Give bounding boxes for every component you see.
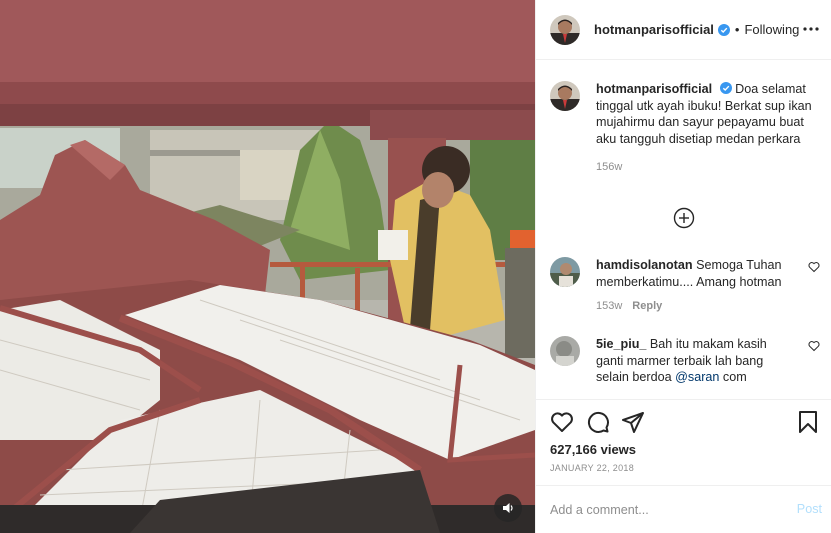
post-comment-button[interactable]: Post bbox=[797, 502, 822, 516]
speaker-icon bbox=[503, 503, 513, 513]
post-video[interactable] bbox=[0, 0, 535, 533]
comment-item: 5ie_piu_ Bah itu makam kasih ganti marme… bbox=[550, 336, 820, 386]
comment-input[interactable] bbox=[550, 500, 770, 520]
like-comment-heart-icon[interactable] bbox=[808, 340, 820, 352]
add-comment-bar: Post bbox=[536, 485, 831, 533]
author-avatar[interactable] bbox=[550, 14, 580, 45]
separator-dot: • bbox=[734, 22, 740, 37]
author-username[interactable]: hotmanparisofficial bbox=[594, 22, 714, 37]
post-date[interactable]: JANUARY 22, 2018 bbox=[550, 463, 634, 473]
caption-author-avatar[interactable] bbox=[550, 81, 580, 111]
comment-body: 5ie_piu_ Bah itu makam kasih ganti marme… bbox=[596, 336, 792, 386]
comment-item: hamdisolanotan Semoga Tuhan memberkatimu… bbox=[550, 257, 820, 315]
comments-section: hotmanparisofficial Doa selamat tinggal … bbox=[536, 61, 831, 399]
caption-timestamp[interactable]: 156w bbox=[596, 159, 816, 176]
commenter-avatar[interactable] bbox=[550, 257, 580, 287]
like-comment-heart-icon[interactable] bbox=[808, 261, 820, 273]
comment-username[interactable]: hamdisolanotan bbox=[596, 258, 693, 272]
verified-badge-icon bbox=[719, 82, 732, 94]
comment-icon[interactable] bbox=[586, 410, 610, 434]
plus-circle-icon[interactable] bbox=[673, 207, 695, 229]
reply-button[interactable]: Reply bbox=[632, 300, 662, 312]
comment-meta: 153w Reply bbox=[596, 298, 792, 315]
following-button[interactable]: Following bbox=[744, 22, 799, 37]
commenter-avatar[interactable] bbox=[550, 336, 580, 366]
more-horizontal-icon bbox=[803, 27, 819, 31]
bookmark-icon[interactable] bbox=[796, 410, 820, 434]
caption-body: hotmanparisofficial Doa selamat tinggal … bbox=[596, 81, 816, 176]
post-side-panel: hotmanparisofficial • Following hotmanpa… bbox=[535, 0, 831, 533]
comment-text-tail: com bbox=[719, 370, 747, 384]
verified-badge-icon bbox=[717, 23, 730, 36]
post-actions: 627,166 views JANUARY 22, 2018 bbox=[536, 399, 831, 485]
mute-toggle-button[interactable] bbox=[494, 494, 522, 522]
action-icons bbox=[550, 410, 820, 434]
caption: hotmanparisofficial Doa selamat tinggal … bbox=[550, 81, 820, 176]
post-header: hotmanparisofficial • Following bbox=[536, 0, 831, 60]
paper-plane-icon[interactable] bbox=[621, 410, 645, 434]
heart-icon[interactable] bbox=[550, 410, 574, 434]
view-count[interactable]: 627,166 views bbox=[550, 442, 636, 457]
mention-link[interactable]: @saran bbox=[675, 370, 719, 384]
comment-body: hamdisolanotan Semoga Tuhan memberkatimu… bbox=[596, 257, 792, 315]
comment-timestamp[interactable]: 153w bbox=[596, 300, 622, 312]
caption-username[interactable]: hotmanparisofficial bbox=[596, 82, 712, 96]
more-options-button[interactable] bbox=[802, 20, 820, 38]
instagram-post: hotmanparisofficial • Following hotmanpa… bbox=[0, 0, 831, 533]
comment-username[interactable]: 5ie_piu_ bbox=[596, 337, 646, 351]
video-frame-graves bbox=[0, 0, 535, 533]
